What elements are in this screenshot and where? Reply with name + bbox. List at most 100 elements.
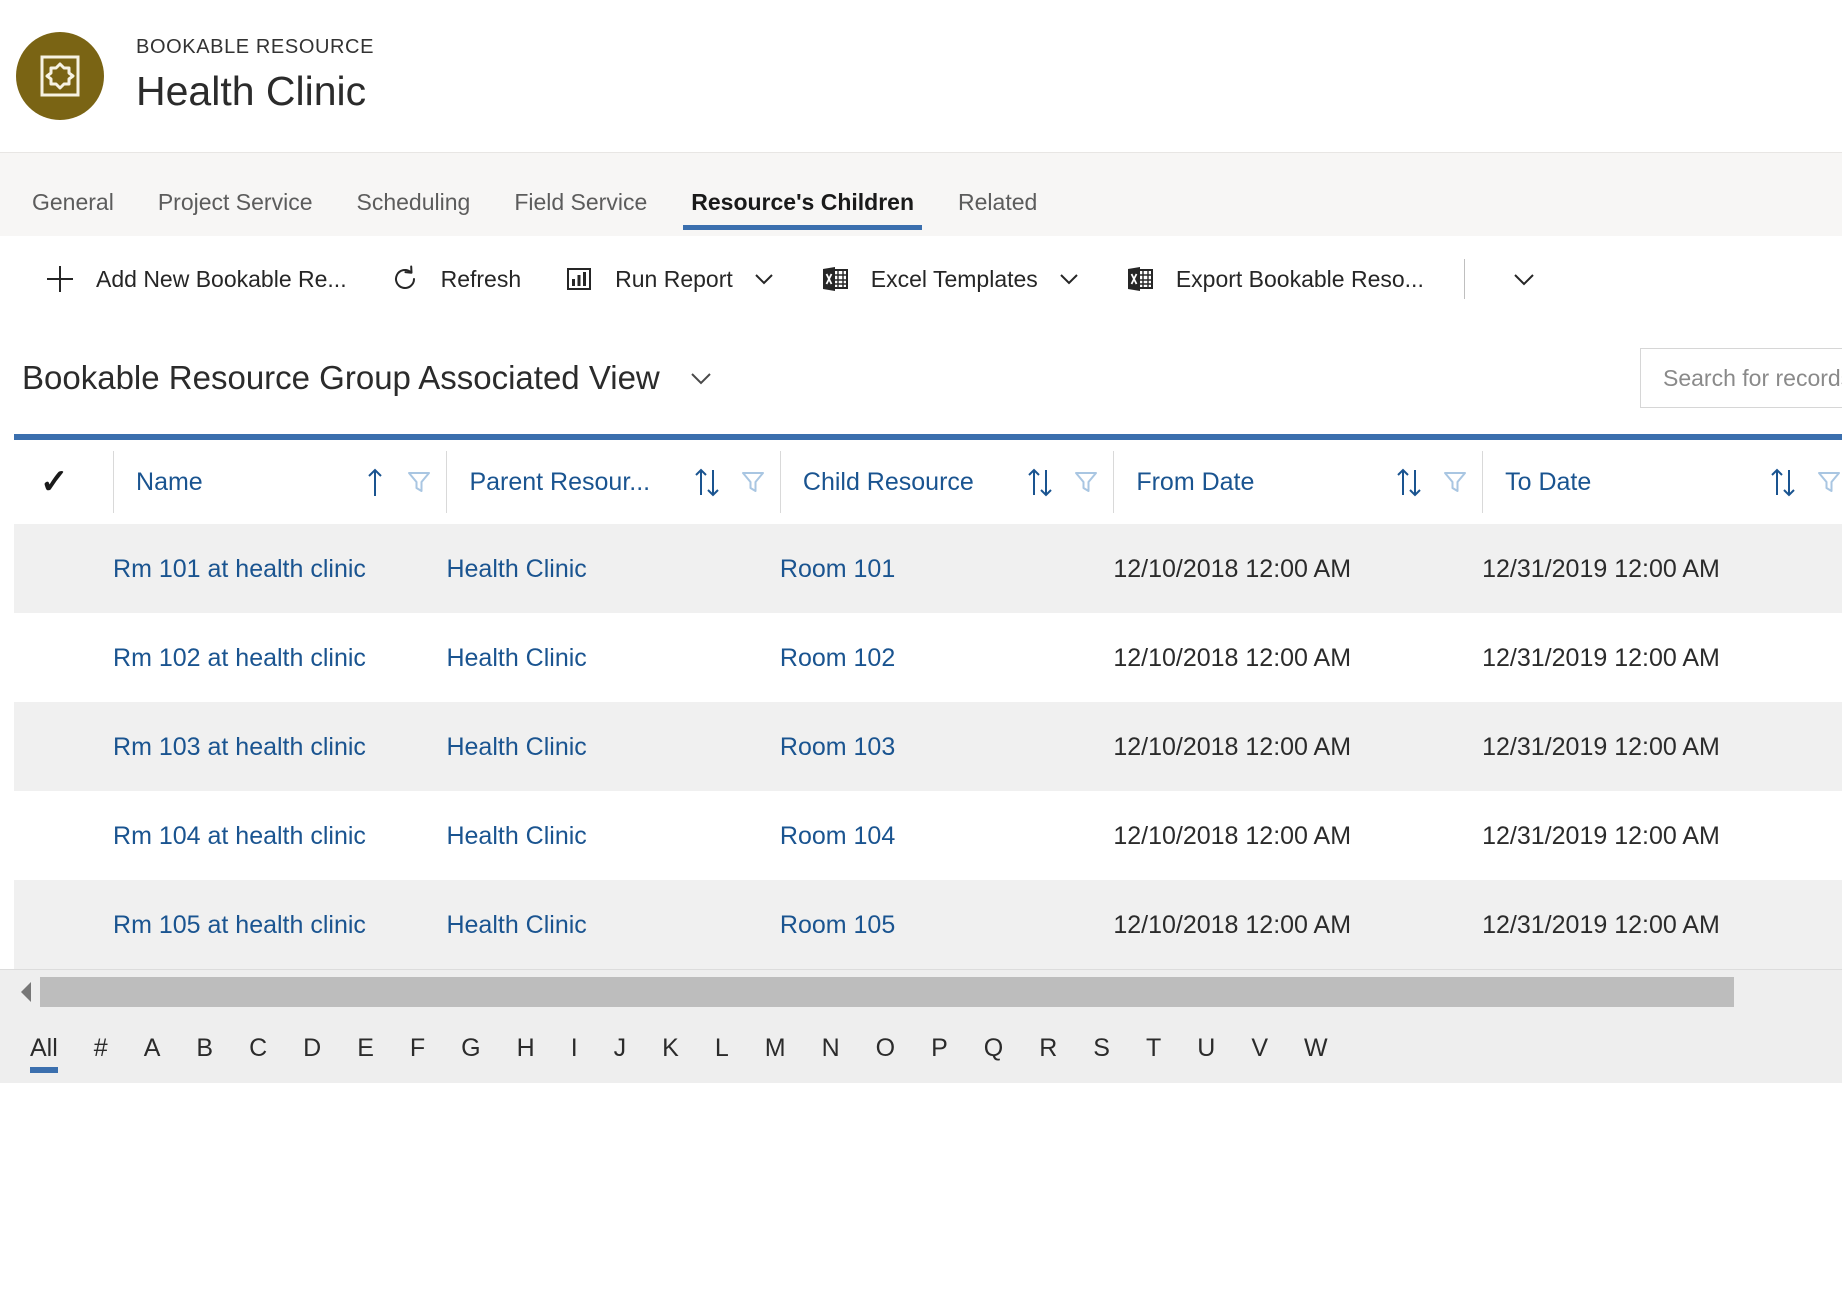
alpha-filter-all[interactable]: All (30, 1033, 58, 1073)
table-row[interactable]: Rm 105 at health clinic Health Clinic Ro… (14, 880, 1842, 969)
alpha-filter-g[interactable]: G (461, 1033, 480, 1063)
cell-parent-resource[interactable]: Health Clinic (446, 613, 779, 702)
cell-name[interactable]: Rm 103 at health clinic (113, 702, 446, 791)
alpha-filter-h[interactable]: H (517, 1033, 535, 1063)
tab-resources-children[interactable]: Resource's Children (669, 188, 936, 236)
cell-parent-resource[interactable]: Health Clinic (446, 524, 779, 613)
name-link[interactable]: Rm 103 at health clinic (113, 733, 366, 761)
row-select-checkbox[interactable] (14, 613, 113, 702)
row-select-checkbox[interactable] (14, 702, 113, 791)
run-report-button[interactable]: Run Report (541, 236, 797, 322)
alpha-filter-l[interactable]: L (715, 1033, 729, 1063)
table-row[interactable]: Rm 101 at health clinic Health Clinic Ro… (14, 524, 1842, 613)
column-header-from-date[interactable]: From Date (1113, 440, 1482, 524)
filter-icon[interactable] (1816, 467, 1842, 497)
alpha-filter-m[interactable]: M (765, 1033, 786, 1063)
horizontal-scrollbar[interactable] (0, 969, 1842, 1013)
sort-toggle-icon[interactable] (1394, 465, 1424, 499)
add-new-bookable-resource-button[interactable]: Add New Bookable Re... (22, 236, 367, 322)
alpha-filter-s[interactable]: S (1093, 1033, 1110, 1063)
cell-child-resource[interactable]: Room 104 (780, 791, 1113, 880)
parent-resource-link[interactable]: Health Clinic (446, 911, 586, 939)
export-bookable-resources-button[interactable]: Export Bookable Reso... (1102, 236, 1444, 322)
name-link[interactable]: Rm 101 at health clinic (113, 555, 366, 583)
alpha-filter-d[interactable]: D (303, 1033, 321, 1063)
tab-general[interactable]: General (10, 188, 136, 236)
cell-parent-resource[interactable]: Health Clinic (446, 791, 779, 880)
chevron-down-icon[interactable] (751, 266, 777, 292)
excel-templates-button[interactable]: Excel Templates (797, 236, 1102, 322)
select-all-checkmark-icon[interactable]: ✓ (40, 465, 69, 499)
column-header-parent-resource[interactable]: Parent Resour... (446, 440, 779, 524)
cell-child-resource[interactable]: Room 102 (780, 613, 1113, 702)
child-resource-link[interactable]: Room 103 (780, 733, 895, 761)
row-select-checkbox[interactable] (14, 524, 113, 613)
child-resource-link[interactable]: Room 105 (780, 911, 895, 939)
column-header-child-resource[interactable]: Child Resource (779, 440, 1113, 524)
name-link[interactable]: Rm 105 at health clinic (113, 911, 366, 939)
sort-toggle-icon[interactable] (692, 465, 722, 499)
column-header-to-date[interactable]: To Date (1482, 440, 1842, 524)
tab-project-service[interactable]: Project Service (136, 188, 335, 236)
scrollbar-thumb[interactable] (40, 976, 1734, 1007)
cell-child-resource[interactable]: Room 105 (780, 880, 1113, 969)
cell-parent-resource[interactable]: Health Clinic (446, 702, 779, 791)
cell-parent-resource[interactable]: Health Clinic (446, 880, 779, 969)
tab-field-service[interactable]: Field Service (492, 188, 669, 236)
alpha-filter-n[interactable]: N (822, 1033, 840, 1063)
alpha-filter-k[interactable]: K (662, 1033, 679, 1063)
tab-scheduling[interactable]: Scheduling (335, 188, 493, 236)
parent-resource-link[interactable]: Health Clinic (446, 644, 586, 672)
alpha-filter-u[interactable]: U (1197, 1033, 1215, 1063)
chevron-down-icon[interactable] (686, 363, 716, 393)
row-select-checkbox[interactable] (14, 791, 113, 880)
alpha-filter-t[interactable]: T (1146, 1033, 1161, 1063)
search-input[interactable] (1641, 349, 1842, 407)
parent-resource-link[interactable]: Health Clinic (446, 555, 586, 583)
alpha-filter-e[interactable]: E (357, 1033, 374, 1063)
sort-ascending-icon[interactable] (362, 465, 388, 499)
view-selector[interactable]: Bookable Resource Group Associated View (22, 358, 716, 398)
cell-name[interactable]: Rm 102 at health clinic (113, 613, 446, 702)
child-resource-link[interactable]: Room 104 (780, 822, 895, 850)
child-resource-link[interactable]: Room 102 (780, 644, 895, 672)
alpha-filter-hash[interactable]: # (94, 1033, 108, 1063)
scrollbar-track[interactable] (40, 976, 1842, 1007)
tab-related[interactable]: Related (936, 188, 1059, 236)
table-row[interactable]: Rm 103 at health clinic Health Clinic Ro… (14, 702, 1842, 791)
table-row[interactable]: Rm 104 at health clinic Health Clinic Ro… (14, 791, 1842, 880)
column-header-name[interactable]: Name (113, 440, 446, 524)
cell-name[interactable]: Rm 101 at health clinic (113, 524, 446, 613)
alpha-filter-o[interactable]: O (876, 1033, 895, 1063)
cell-child-resource[interactable]: Room 101 (780, 524, 1113, 613)
name-link[interactable]: Rm 102 at health clinic (113, 644, 366, 672)
alpha-filter-i[interactable]: I (571, 1033, 578, 1063)
parent-resource-link[interactable]: Health Clinic (446, 733, 586, 761)
alpha-filter-c[interactable]: C (249, 1033, 267, 1063)
alpha-filter-w[interactable]: W (1304, 1033, 1328, 1063)
child-resource-link[interactable]: Room 101 (780, 555, 895, 583)
scroll-left-arrow-icon[interactable] (14, 980, 40, 1004)
sort-toggle-icon[interactable] (1768, 465, 1798, 499)
filter-icon[interactable] (406, 467, 432, 497)
cell-child-resource[interactable]: Room 103 (780, 702, 1113, 791)
filter-icon[interactable] (740, 467, 766, 497)
search-box[interactable] (1640, 348, 1842, 408)
filter-icon[interactable] (1073, 467, 1099, 497)
refresh-button[interactable]: Refresh (367, 236, 542, 322)
filter-icon[interactable] (1442, 467, 1468, 497)
command-bar-overflow-button[interactable] (1473, 236, 1557, 322)
row-select-checkbox[interactable] (14, 880, 113, 969)
name-link[interactable]: Rm 104 at health clinic (113, 822, 366, 850)
table-row[interactable]: Rm 102 at health clinic Health Clinic Ro… (14, 613, 1842, 702)
alpha-filter-r[interactable]: R (1039, 1033, 1057, 1063)
alpha-filter-p[interactable]: P (931, 1033, 948, 1063)
alpha-filter-f[interactable]: F (410, 1033, 425, 1063)
sort-toggle-icon[interactable] (1025, 465, 1055, 499)
cell-name[interactable]: Rm 105 at health clinic (113, 880, 446, 969)
cell-name[interactable]: Rm 104 at health clinic (113, 791, 446, 880)
chevron-down-icon[interactable] (1056, 266, 1082, 292)
alpha-filter-v[interactable]: V (1251, 1033, 1268, 1063)
alpha-filter-b[interactable]: B (196, 1033, 213, 1063)
alpha-filter-q[interactable]: Q (984, 1033, 1003, 1063)
